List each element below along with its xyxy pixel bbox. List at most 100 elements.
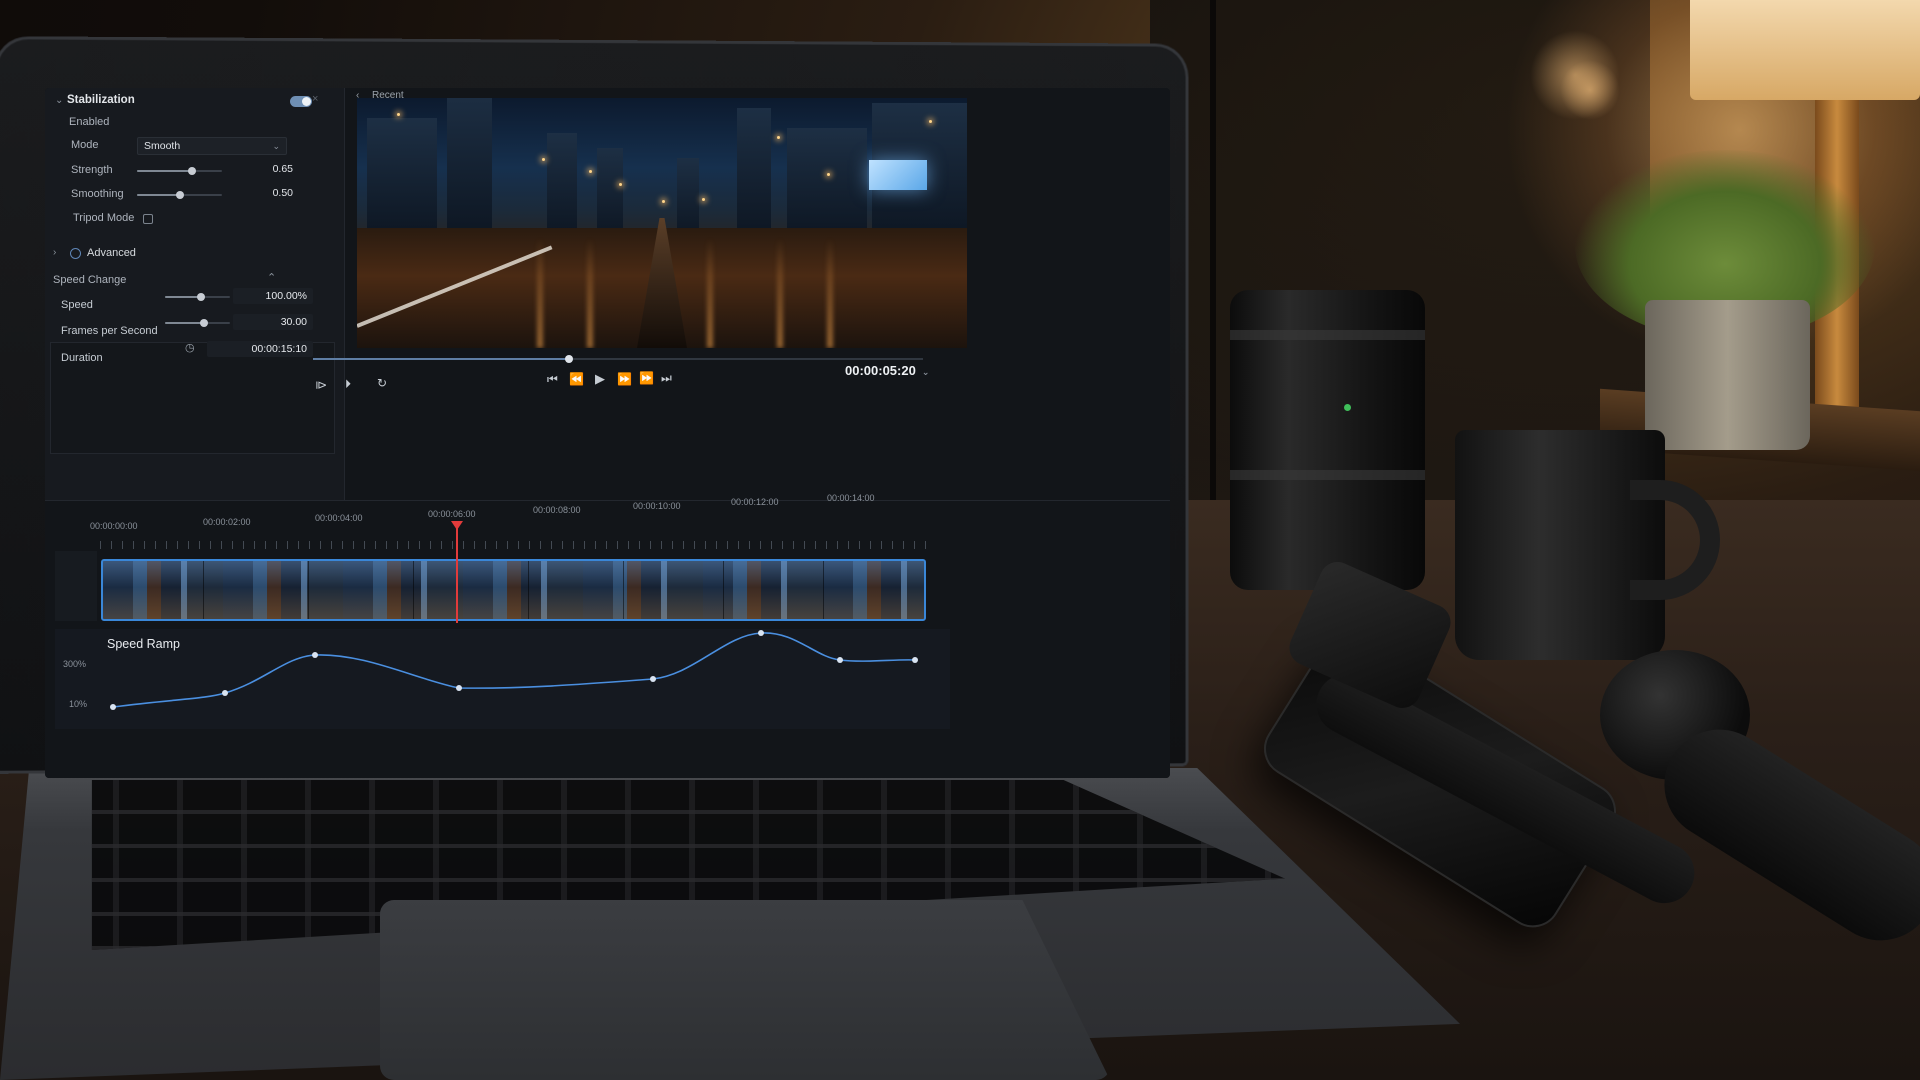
preview-light	[589, 170, 592, 173]
clock-icon: ◷	[185, 341, 195, 354]
smoothing-slider[interactable]	[137, 194, 222, 196]
fps-value[interactable]: 30.00	[233, 314, 313, 330]
clip-frame-divider	[623, 561, 624, 621]
video-clip[interactable]	[101, 559, 926, 621]
window-frame	[1210, 0, 1216, 520]
video-preview[interactable]	[357, 98, 967, 348]
clip-frame-divider	[308, 561, 309, 621]
ruler-label: 00:00:06:00	[428, 509, 476, 519]
preview-building	[367, 118, 437, 238]
ramp-keyframe[interactable]	[312, 652, 318, 658]
enabled-label: Enabled	[69, 116, 109, 128]
ramp-keyframe[interactable]	[758, 630, 764, 636]
fps-slider-fill	[165, 322, 204, 324]
stabilization-header[interactable]: ⌄ Stabilization	[55, 94, 135, 106]
lens-indicator-light	[1344, 404, 1351, 411]
ramp-keyframe[interactable]	[110, 704, 116, 710]
strength-slider[interactable]	[137, 170, 222, 172]
ramp-keyframe[interactable]	[222, 690, 228, 696]
track-header	[55, 551, 97, 621]
mark-in-icon[interactable]: ⧐	[315, 378, 327, 392]
fps-slider[interactable]	[165, 322, 230, 324]
close-icon[interactable]: ×	[312, 93, 318, 105]
fps-slider-knob[interactable]	[200, 319, 208, 327]
loop-icon[interactable]: ↻	[377, 376, 387, 390]
speed-value[interactable]: 100.00%	[233, 288, 313, 304]
speed-change-header[interactable]: Speed Change	[53, 274, 126, 286]
preview-reflection	[587, 238, 593, 348]
preview-billboard	[869, 160, 927, 190]
ruler-label: 00:00:14:00	[827, 493, 875, 503]
chevron-down-icon: ⌄	[272, 138, 280, 154]
preview-building	[597, 148, 623, 238]
speed-slider-knob[interactable]	[197, 293, 205, 301]
lamp-shade	[1690, 0, 1920, 100]
ramp-keyframe[interactable]	[650, 676, 656, 682]
ruler-label: 00:00:00:00	[90, 521, 138, 531]
mode-value: Smooth	[144, 140, 180, 152]
editor-screen: ⌄ Stabilization × Enabled Mode Smooth ⌄ …	[45, 88, 1170, 778]
advanced-label: Advanced	[87, 247, 136, 259]
speed-change-panel: Speed Frames per Second Duration	[50, 342, 335, 454]
playhead[interactable]	[456, 523, 458, 623]
mode-label: Mode	[71, 139, 99, 151]
ruler-label: 00:00:04:00	[315, 513, 363, 523]
preview-light	[542, 158, 545, 161]
speed-slider[interactable]	[165, 296, 230, 298]
duration-value[interactable]: 00:00:15:10	[207, 341, 313, 357]
preview-light	[397, 113, 400, 116]
ramp-keyframe[interactable]	[456, 685, 462, 691]
speed-ramp-curve[interactable]	[55, 629, 950, 729]
chevron-right-icon: ›	[53, 247, 65, 258]
ramp-keyframe[interactable]	[837, 657, 843, 663]
scrubber-knob[interactable]	[565, 355, 573, 363]
fps-label: Frames per Second	[61, 325, 158, 337]
smoothing-slider-knob[interactable]	[176, 191, 184, 199]
preview-light	[702, 198, 705, 201]
preview-light	[777, 136, 780, 139]
preview-building	[447, 98, 492, 238]
next-marker-icon[interactable]: ⏵	[345, 377, 351, 392]
tripod-mode-checkbox[interactable]	[143, 214, 153, 224]
timeline-ruler[interactable]	[100, 541, 930, 549]
chevron-down-icon: ⌄	[55, 95, 67, 106]
preview-building	[677, 158, 699, 238]
preview-scrubber[interactable]	[313, 358, 923, 360]
step-forward-icon[interactable]: ⏩	[617, 372, 632, 386]
clip-frame-divider	[723, 561, 724, 621]
ruler-label: 00:00:08:00	[533, 505, 581, 515]
ruler-label: 00:00:12:00	[731, 497, 779, 507]
timeline: 00:00:00:00 00:00:02:00 00:00:04:00 00:0…	[45, 500, 1170, 778]
ruler-label: 00:00:02:00	[203, 517, 251, 527]
ramp-curve-path	[113, 633, 915, 707]
clip-thumbnail-overlay	[103, 561, 924, 619]
clip-frame-divider	[528, 561, 529, 621]
preview-reflection	[707, 238, 713, 348]
step-back-icon[interactable]: ⏪	[569, 372, 584, 386]
tripod-mode-label: Tripod Mode	[73, 212, 134, 224]
duration-label: Duration	[61, 352, 103, 364]
preview-building	[737, 108, 771, 238]
strength-slider-fill	[137, 170, 192, 172]
clip-frame-divider	[413, 561, 414, 621]
ramp-keyframe[interactable]	[912, 657, 918, 663]
preview-light	[619, 183, 622, 186]
stabilization-toggle[interactable]	[290, 96, 312, 107]
clip-frame-divider	[823, 561, 824, 621]
advanced-row[interactable]: ›	[53, 247, 65, 258]
advanced-icon	[70, 248, 81, 259]
strength-slider-knob[interactable]	[188, 167, 196, 175]
preview-reflection	[777, 238, 783, 348]
chevron-up-icon[interactable]: ⌃	[267, 271, 276, 284]
clip-frame-divider	[203, 561, 204, 621]
skip-to-start-icon[interactable]: ⏮	[547, 372, 558, 387]
mode-select[interactable]: Smooth ⌄	[137, 137, 287, 155]
lens-ring	[1230, 470, 1425, 480]
current-timecode[interactable]: 00:00:05:20 ⌄	[845, 363, 929, 378]
skip-to-end-icon[interactable]: ⏭	[661, 371, 672, 386]
play-icon[interactable]: ▶	[595, 371, 605, 387]
strength-value: 0.65	[235, 163, 293, 175]
smoothing-value: 0.50	[235, 187, 293, 199]
smoothing-label: Smoothing	[71, 188, 124, 200]
fast-forward-icon[interactable]: ⏩	[639, 371, 654, 385]
